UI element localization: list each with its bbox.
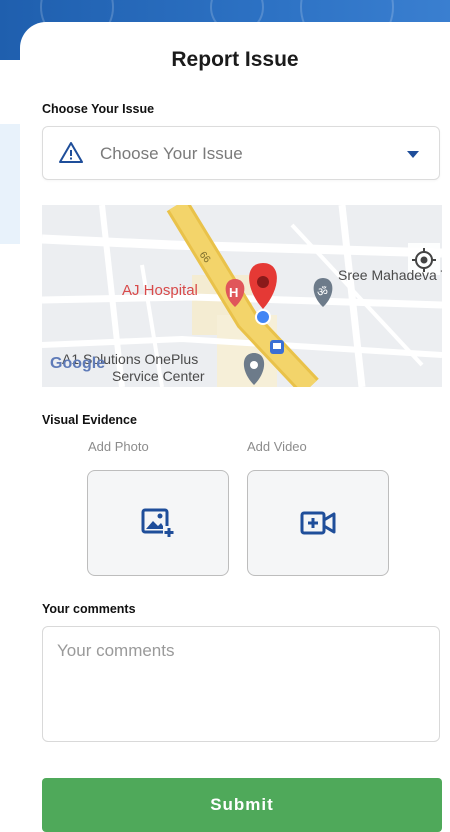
- add-photo-label: Add Photo: [88, 439, 149, 454]
- issue-dropdown-value: Choose Your Issue: [100, 144, 243, 163]
- warning-icon: [59, 142, 83, 163]
- add-video-label: Add Video: [247, 439, 307, 454]
- page-title: Report Issue: [171, 48, 299, 71]
- comments-label: Your comments: [42, 602, 136, 616]
- comments-field[interactable]: [42, 626, 440, 742]
- svg-text:ॐ: ॐ: [317, 285, 328, 299]
- bus-stop-icon: [270, 340, 284, 354]
- google-logo: Google: [50, 355, 106, 372]
- place-temple: Sree Mahadeva T: [338, 267, 442, 283]
- add-video-button[interactable]: [247, 470, 389, 576]
- place-store-line2: Service Center: [112, 368, 205, 384]
- visual-evidence-label: Visual Evidence: [42, 413, 137, 427]
- chevron-down-icon: [407, 151, 419, 158]
- add-photo-button[interactable]: [87, 470, 229, 576]
- place-hospital: AJ Hospital: [122, 282, 198, 299]
- location-map[interactable]: H ॐ 66 AJ Hospital Sree Mahadeva T A1 So…: [42, 205, 442, 387]
- issue-dropdown[interactable]: Choose Your Issue: [42, 126, 440, 180]
- add-video-icon: [300, 511, 336, 535]
- add-photo-icon: [141, 508, 175, 538]
- report-issue-sheet: Report Issue Choose Your Issue Choose Yo…: [20, 22, 450, 832]
- issue-label: Choose Your Issue: [42, 102, 155, 116]
- submit-button[interactable]: Submit: [42, 778, 442, 832]
- svg-text:H: H: [229, 285, 238, 300]
